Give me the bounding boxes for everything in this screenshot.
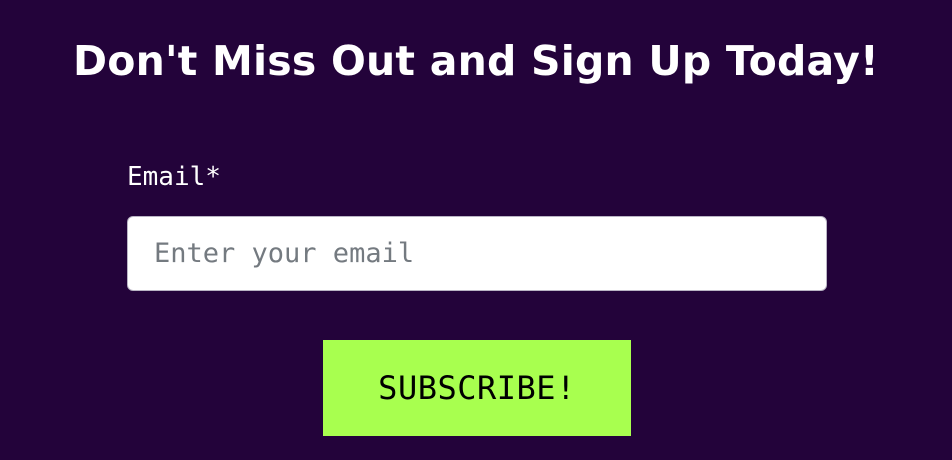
subscribe-button[interactable]: SUBSCRIBE! — [323, 340, 631, 436]
email-label: Email* — [127, 162, 221, 192]
email-input[interactable] — [127, 216, 827, 291]
signup-section: Don't Miss Out and Sign Up Today! Email*… — [0, 0, 952, 460]
signup-headline: Don't Miss Out and Sign Up Today! — [73, 37, 879, 85]
email-field-group: Email* — [127, 158, 827, 291]
